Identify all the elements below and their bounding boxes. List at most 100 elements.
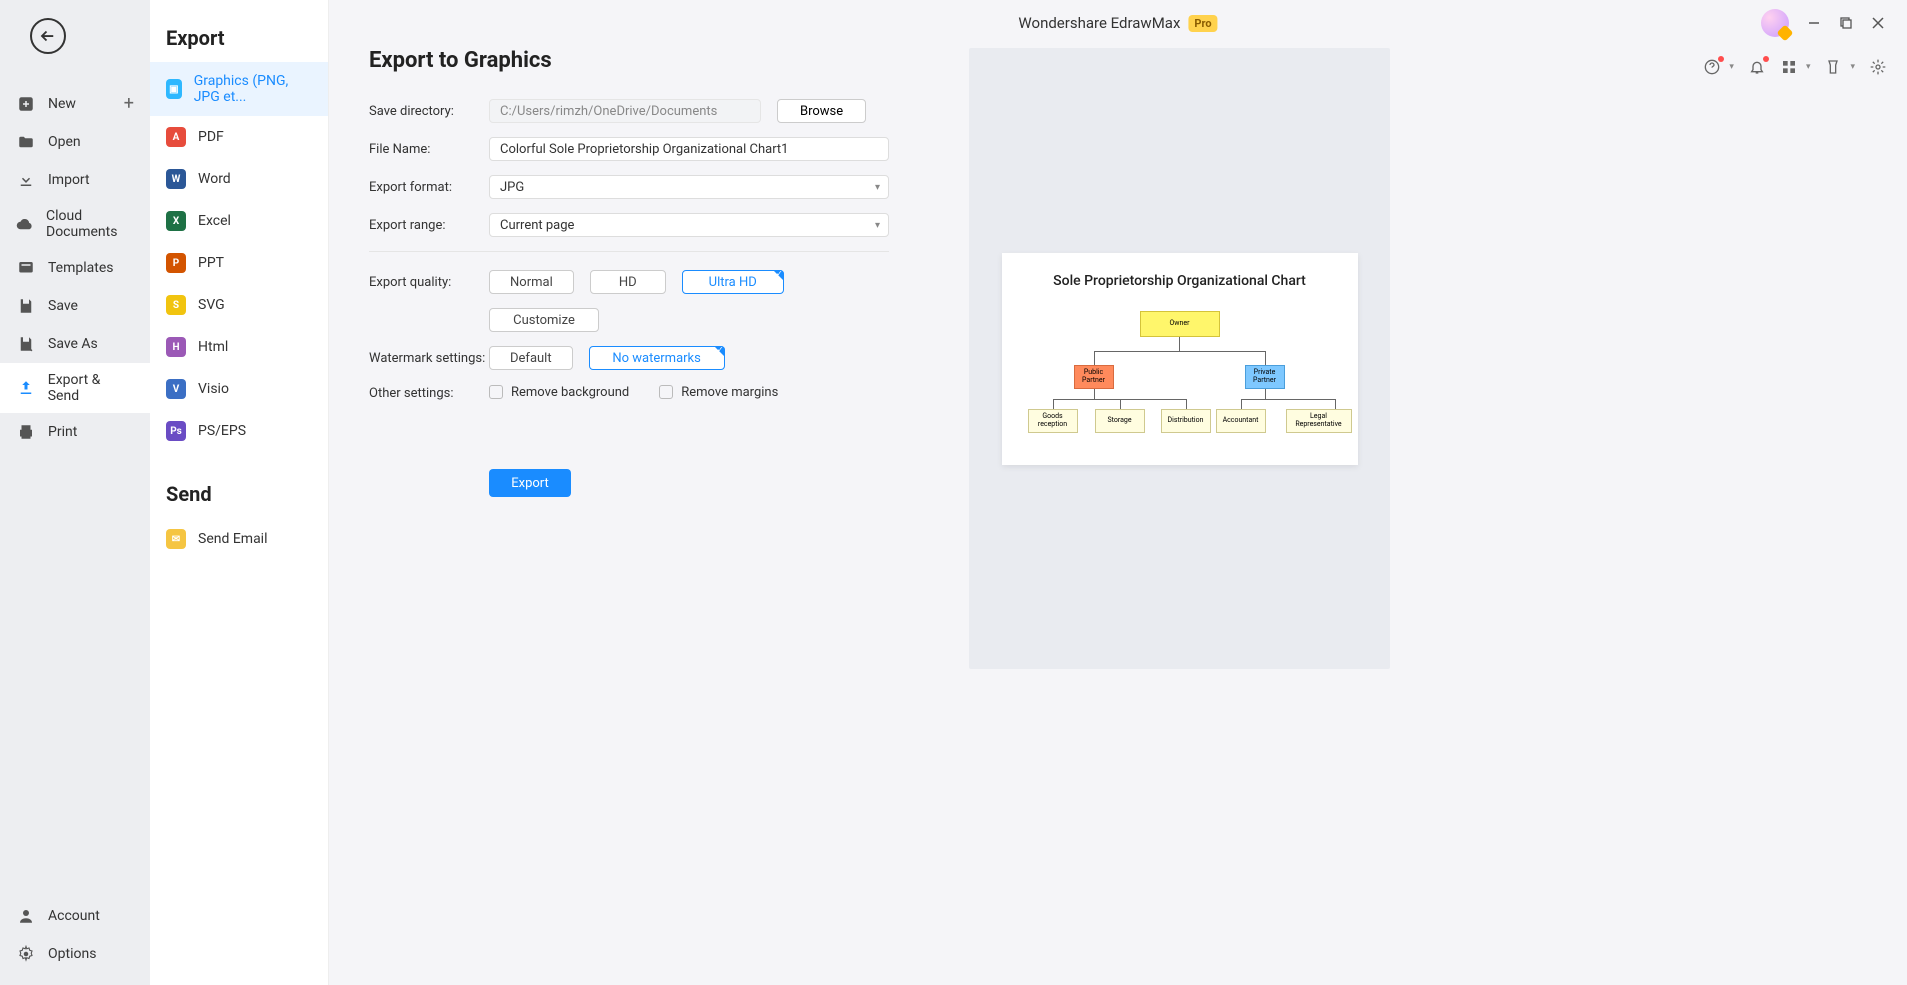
help-icon[interactable] xyxy=(1703,58,1721,76)
excel-icon: X xyxy=(166,211,186,231)
nav-export-send[interactable]: Export & Send xyxy=(0,363,150,413)
chevron-down-icon[interactable]: ▾ xyxy=(1729,62,1734,72)
maximize-button[interactable] xyxy=(1839,16,1853,30)
remove-bg-label: Remove background xyxy=(511,385,629,400)
bell-icon[interactable] xyxy=(1748,58,1766,76)
menu-nav: New + Open Import Cloud Documents Templa… xyxy=(0,0,150,985)
ppt-icon: P xyxy=(166,253,186,273)
account-icon xyxy=(16,906,36,926)
export-button[interactable]: Export xyxy=(489,469,571,497)
type-svg[interactable]: S SVG xyxy=(150,284,328,326)
image-icon: ▣ xyxy=(166,79,182,99)
export-form: Export to Graphics Save directory: Brows… xyxy=(369,48,889,985)
export-icon xyxy=(16,378,36,398)
send-email[interactable]: ✉ Send Email xyxy=(150,518,328,560)
type-label: Graphics (PNG, JPG et... xyxy=(194,73,312,105)
preview-title: Sole Proprietorship Organizational Chart xyxy=(1016,273,1344,289)
toolbar: ▾ ▾ ▾ xyxy=(1703,58,1887,76)
type-ppt[interactable]: P PPT xyxy=(150,242,328,284)
remove-bg-checkbox[interactable]: Remove background xyxy=(489,385,629,400)
type-label: PS/EPS xyxy=(198,423,246,439)
visio-icon: V xyxy=(166,379,186,399)
grid-icon[interactable] xyxy=(1780,58,1798,76)
nav-new[interactable]: New + xyxy=(0,84,150,123)
nav-label: Account xyxy=(48,908,100,924)
word-icon: W xyxy=(166,169,186,189)
titlebar: Wondershare EdrawMax Pro xyxy=(329,0,1907,46)
watermark-none[interactable]: No watermarks xyxy=(589,346,725,370)
nav-save[interactable]: Save xyxy=(0,287,150,325)
checkbox-icon xyxy=(489,385,503,399)
settings-icon[interactable] xyxy=(1869,58,1887,76)
nav-options[interactable]: Options xyxy=(0,935,150,973)
range-label: Export range: xyxy=(369,218,489,233)
quality-ultra-hd[interactable]: Ultra HD xyxy=(682,270,784,294)
nav-label: New xyxy=(48,96,76,112)
range-select[interactable]: Current page xyxy=(489,213,889,237)
nav-save-as[interactable]: Save As xyxy=(0,325,150,363)
pdf-icon: A xyxy=(166,127,186,147)
avatar[interactable] xyxy=(1761,9,1789,37)
form-heading: Export to Graphics xyxy=(369,48,889,73)
node-legal: Legal Representative xyxy=(1286,409,1352,433)
customize-button[interactable]: Customize xyxy=(489,308,599,332)
folder-icon xyxy=(16,132,36,152)
theme-icon[interactable] xyxy=(1824,58,1842,76)
node-accountant: Accountant xyxy=(1216,409,1266,433)
minimize-button[interactable] xyxy=(1807,16,1821,30)
type-excel[interactable]: X Excel xyxy=(150,200,328,242)
nav-open[interactable]: Open xyxy=(0,123,150,161)
send-heading: Send xyxy=(150,482,328,518)
gear-icon xyxy=(16,944,36,964)
node-owner: Owner xyxy=(1140,311,1220,337)
node-storage: Storage xyxy=(1095,409,1145,433)
node-distribution: Distribution xyxy=(1161,409,1211,433)
chevron-down-icon[interactable]: ▾ xyxy=(1806,62,1811,72)
quality-normal[interactable]: Normal xyxy=(489,270,574,294)
type-pseps[interactable]: Ps PS/EPS xyxy=(150,410,328,452)
type-pdf[interactable]: A PDF xyxy=(150,116,328,158)
close-button[interactable] xyxy=(1871,16,1885,30)
nav-cloud[interactable]: Cloud Documents xyxy=(0,199,150,249)
type-label: SVG xyxy=(198,297,225,313)
html-icon: H xyxy=(166,337,186,357)
print-icon xyxy=(16,422,36,442)
other-label: Other settings: xyxy=(369,386,489,401)
node-goods: Goods reception xyxy=(1028,409,1078,433)
type-html[interactable]: H Html xyxy=(150,326,328,368)
save-dir-input[interactable] xyxy=(489,99,761,123)
type-label: PPT xyxy=(198,255,224,271)
format-select[interactable]: JPG xyxy=(489,175,889,199)
plus-square-icon xyxy=(16,94,36,114)
ps-icon: Ps xyxy=(166,421,186,441)
chevron-down-icon[interactable]: ▾ xyxy=(1850,62,1855,72)
file-name-input[interactable] xyxy=(489,137,889,161)
nav-print[interactable]: Print xyxy=(0,413,150,451)
range-value: Current page xyxy=(500,218,574,233)
format-label: Export format: xyxy=(369,180,489,195)
nav-label: Options xyxy=(48,946,96,962)
plus-icon[interactable]: + xyxy=(124,93,134,114)
nav-import[interactable]: Import xyxy=(0,161,150,199)
browse-button[interactable]: Browse xyxy=(777,99,866,123)
type-label: Word xyxy=(198,171,231,187)
type-visio[interactable]: V Visio xyxy=(150,368,328,410)
type-word[interactable]: W Word xyxy=(150,158,328,200)
nav-label: Save As xyxy=(48,336,98,352)
save-dir-label: Save directory: xyxy=(369,104,489,119)
nav-label: Cloud Documents xyxy=(46,208,134,240)
nav-templates[interactable]: Templates xyxy=(0,249,150,287)
type-label: PDF xyxy=(198,129,224,145)
remove-margins-checkbox[interactable]: Remove margins xyxy=(659,385,778,400)
quality-hd[interactable]: HD xyxy=(590,270,666,294)
preview-page: Sole Proprietorship Organizational Chart… xyxy=(1002,253,1358,465)
checkbox-icon xyxy=(659,385,673,399)
nav-label: Import xyxy=(48,172,90,188)
type-graphics[interactable]: ▣ Graphics (PNG, JPG et... xyxy=(150,62,328,116)
nav-account[interactable]: Account xyxy=(0,897,150,935)
back-button[interactable] xyxy=(30,18,66,54)
type-label: Send Email xyxy=(198,531,268,547)
email-icon: ✉ xyxy=(166,529,186,549)
node-private-partner: Private Partner xyxy=(1245,365,1285,389)
watermark-default[interactable]: Default xyxy=(489,346,573,370)
